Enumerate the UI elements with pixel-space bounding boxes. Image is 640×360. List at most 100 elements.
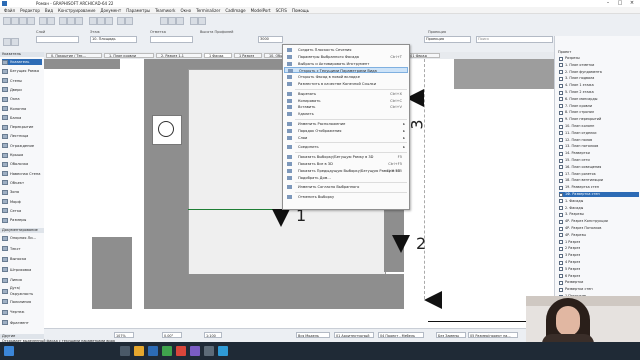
menu-item[interactable]: ModelPort — [251, 8, 271, 13]
tool-item[interactable]: Перекрытие — [2, 124, 42, 130]
magic-wand-icon[interactable] — [125, 17, 133, 25]
settings-icon[interactable] — [176, 17, 184, 25]
menu-item[interactable]: Teamwork — [155, 8, 175, 13]
navigator-item[interactable]: 4Р. Разрез Потолков — [559, 226, 639, 231]
taskbar-app-3-icon[interactable] — [148, 346, 158, 356]
view-field[interactable]: 05 Размер(проект на... — [468, 332, 518, 338]
context-menu-item[interactable]: Показать Выборку/Бегущую Рамку в 3D F5 — [284, 154, 408, 160]
navigator-item[interactable]: 3. Разрезы — [559, 212, 639, 217]
navigator-item[interactable]: 8. План стропил — [559, 110, 639, 115]
navigator-item[interactable]: 11. План отделки — [559, 131, 639, 136]
new-icon[interactable] — [3, 17, 11, 25]
navigator-item[interactable]: 3 Разрез — [559, 253, 639, 258]
navigator-item[interactable]: 5. План 2 этажа — [559, 90, 639, 95]
taskbar-app-1-icon[interactable] — [120, 346, 130, 356]
taskbar-app-2-icon[interactable] — [134, 346, 144, 356]
tool-item[interactable]: Лестница — [2, 133, 42, 139]
tool-item[interactable]: Сетка — [2, 208, 42, 214]
context-menu-item[interactable]: Вставить Ctrl+V — [284, 104, 408, 110]
context-menu-item[interactable]: Слои ▸ — [284, 135, 408, 141]
navigator-item[interactable]: 14. Развертки — [559, 151, 639, 156]
tool-item[interactable]: Крыша — [2, 152, 42, 158]
context-menu-item[interactable]: Создать Плоскость Сечения — [284, 47, 408, 53]
context-menu-item[interactable]: Отменить Выборку — [284, 194, 408, 200]
context-menu-item[interactable]: Выбрать и Активировать Инструмент — [284, 61, 408, 67]
height-input[interactable]: 3000 — [258, 36, 283, 43]
context-menu-item[interactable]: Открыть Фасад в новой вкладке — [284, 74, 408, 80]
grid-icon[interactable] — [105, 17, 113, 25]
context-menu-item[interactable]: Порядок Отображения ▸ — [284, 128, 408, 134]
navigator-item[interactable]: 1. План отметки — [559, 63, 639, 68]
taskbar-app-7-icon[interactable] — [204, 346, 214, 356]
navigator-item[interactable]: 4Р. Разрез Конструкции — [559, 219, 639, 224]
menu-item[interactable]: Редактор — [20, 8, 40, 13]
save-icon[interactable] — [19, 17, 27, 25]
view-tab[interactable]: 1. План кровли — [104, 53, 154, 58]
start-icon[interactable] — [4, 346, 14, 356]
layers-icon[interactable] — [89, 17, 97, 25]
tool-item[interactable]: Ограждение — [2, 143, 42, 149]
doc-tool-item[interactable]: Полилиния — [2, 299, 42, 305]
tool-item[interactable]: Оболочка — [2, 161, 42, 167]
taskbar-app-5-icon[interactable] — [176, 346, 186, 356]
menu-item[interactable]: Документ — [100, 8, 121, 13]
navigator-item[interactable]: 6. План мансарды — [559, 97, 639, 102]
navigator-item[interactable]: 16. План освещения — [559, 165, 639, 170]
context-menu-item[interactable]: Показать Предыдущую Выборку/Бегущую Рамк… — [284, 168, 408, 174]
tool-item[interactable]: Балка — [2, 115, 42, 121]
tool-item[interactable]: Навесная Стена — [2, 171, 42, 177]
navigator-item[interactable]: 17. План розеток — [559, 172, 639, 177]
taskbar-app-8-icon[interactable] — [218, 346, 228, 356]
navigator-item[interactable]: 12. План полов — [559, 138, 639, 143]
menu-item[interactable]: Конструирование — [58, 8, 95, 13]
context-menu-item[interactable]: Удалить — [284, 111, 408, 117]
redo-icon[interactable] — [47, 17, 55, 25]
navigator-item[interactable]: 9. План перекрытий — [559, 117, 639, 122]
menu-item[interactable]: SCFIS — [276, 8, 287, 13]
publish-icon[interactable] — [190, 17, 198, 25]
menu-item[interactable]: Помощь — [292, 8, 309, 13]
navigator-item[interactable]: 19. Развертка стен — [559, 185, 639, 190]
navigator-item[interactable]: 3. План подвала — [559, 76, 639, 81]
undo-icon[interactable] — [39, 17, 47, 25]
taskbar-app-4-icon[interactable] — [162, 346, 172, 356]
navigator-item[interactable]: 13. План потолков — [559, 144, 639, 149]
tool-item[interactable]: Указатель — [2, 59, 42, 65]
doc-tool-item[interactable]: Текст — [2, 246, 42, 252]
taskbar-app-6-icon[interactable] — [190, 346, 200, 356]
view-tab[interactable]: 1 Фасад — [204, 53, 232, 58]
navigator-item[interactable]: Развертки — [559, 280, 639, 285]
menu-item[interactable]: Окно — [180, 8, 191, 13]
context-menu-item[interactable]: Изменить Согласно Выбранного — [284, 184, 408, 190]
view-tab[interactable]: 0. Покрытие / Тек... — [46, 53, 102, 58]
navigator-item[interactable]: 1. Фасады — [559, 199, 639, 204]
doc-tool-item[interactable]: Штриховка — [2, 267, 42, 273]
tool-item[interactable]: Бегущая Рамка — [2, 68, 42, 74]
navigator-item[interactable]: 1Ф. Развертка стен — [559, 192, 639, 197]
tool-item[interactable]: Морф — [2, 199, 42, 205]
arrow-tool-icon[interactable] — [3, 38, 11, 46]
context-menu-item[interactable]: Изменить Расположение ▸ — [284, 121, 408, 127]
search-input[interactable]: Поиск — [476, 36, 553, 43]
measure-icon[interactable] — [117, 17, 125, 25]
context-menu-item[interactable]: Открыть с Текущими Параметрами Вида — [284, 67, 408, 74]
marker-2-arrow-icon[interactable] — [392, 235, 410, 253]
navigator-item[interactable]: 2 Разрез — [559, 246, 639, 251]
renovation-field[interactable]: Без Замены — [436, 332, 466, 338]
tool-item[interactable]: Окна — [2, 96, 42, 102]
open-icon[interactable] — [11, 17, 19, 25]
doc-tool-item[interactable]: Чертеж — [2, 309, 42, 315]
view-3d-icon[interactable] — [75, 17, 83, 25]
tool-item[interactable]: Двери — [2, 87, 42, 93]
navigator-item[interactable]: Разрезы — [559, 56, 639, 61]
navigator-item[interactable]: 2. План фундамента — [559, 70, 639, 75]
pan-icon[interactable] — [67, 17, 75, 25]
navigator-item[interactable]: 10. План колонн — [559, 124, 639, 129]
marker-4-arrow-icon[interactable] — [424, 291, 442, 309]
marquee-tool-icon[interactable] — [11, 38, 19, 46]
navigator-item[interactable]: 2. Фасады — [559, 206, 639, 211]
tool-item[interactable]: Колонна — [2, 106, 42, 112]
zoom-field[interactable]: 107% — [114, 332, 134, 338]
navigator-item[interactable]: 1 Разрез — [559, 240, 639, 245]
doc-tool-item[interactable]: Фрагмент — [2, 320, 42, 326]
